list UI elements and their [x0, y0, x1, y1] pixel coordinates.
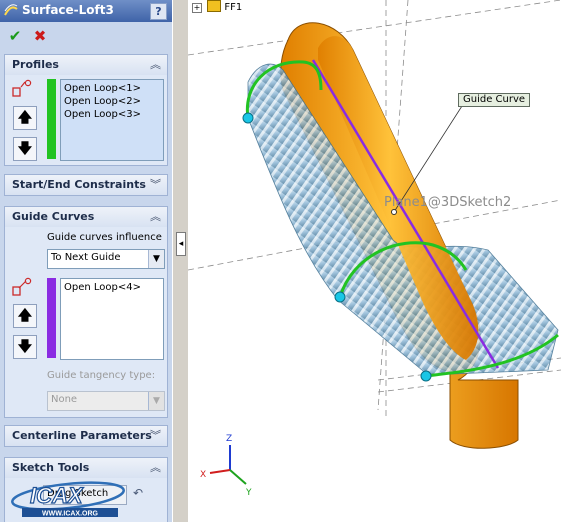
move-up-button[interactable]: 🡅: [13, 304, 37, 328]
icax-logo: ICAX WWW.ICAX.ORG: [11, 481, 125, 518]
profile-icon: [12, 79, 32, 97]
collapse-icon: ︽: [150, 461, 161, 474]
profiles-list[interactable]: Open Loop<1> Open Loop<2> Open Loop<3>: [60, 79, 164, 161]
graphics-viewport[interactable]: Z X Y + FF1 Guide Curve Plane1@3DSketch2: [188, 0, 561, 522]
start-end-label: Start/End Constraints: [12, 178, 146, 191]
centerline-parameters-header[interactable]: Centerline Parameters ︾: [4, 425, 168, 447]
guide-curve-icon: [12, 277, 32, 296]
profiles-header[interactable]: Profiles ︽: [5, 55, 167, 75]
chevron-down-icon: ▼: [148, 250, 164, 268]
callout-anchor: [391, 209, 397, 215]
expand-icon: ︾: [150, 178, 161, 191]
sketch-plane-label: Plane1@3DSketch2: [384, 195, 512, 210]
profiles-body: 🡅 🡇 Open Loop<1> Open Loop<2> Open Loop<…: [5, 75, 167, 165]
loft-model: Z X Y: [188, 0, 561, 498]
expand-icon: ︾: [150, 429, 161, 442]
connector-point[interactable]: [334, 291, 346, 303]
part-icon: [207, 0, 222, 12]
svg-text:WWW.ICAX.ORG: WWW.ICAX.ORG: [42, 511, 99, 518]
axis-triad: Z X Y: [200, 434, 252, 498]
property-manager: Surface-Loft3 ? ✔ ✖ Profiles ︽ 🡅 🡇 Open …: [0, 0, 172, 522]
undo-icon[interactable]: ↶: [133, 486, 143, 500]
surface-loft-icon: [4, 4, 18, 16]
move-down-button[interactable]: 🡇: [13, 335, 37, 359]
collapse-icon: ︽: [150, 58, 161, 71]
connector-point[interactable]: [420, 370, 432, 382]
guide-curves-header[interactable]: Guide Curves ︽: [5, 207, 167, 227]
guide-curves-list[interactable]: Open Loop<4>: [60, 278, 164, 360]
expand-plus-icon[interactable]: +: [192, 3, 202, 13]
guide-curves-label: Guide Curves: [12, 210, 95, 223]
guide-tangency-label: Guide tangency type:: [47, 370, 156, 381]
list-item[interactable]: Open Loop<1>: [64, 83, 141, 94]
guide-influence-label: Guide curves influence: [47, 232, 162, 243]
collapse-panel-icon[interactable]: ◂: [176, 232, 186, 256]
guide-tangency-select[interactable]: None ▼: [47, 391, 165, 411]
feature-tree-node[interactable]: + FF1: [192, 0, 243, 13]
sketch-tools-label: Sketch Tools: [12, 461, 90, 474]
check-icon: ✔: [8, 27, 22, 45]
profile-color-bar: [47, 79, 56, 159]
guide-color-bar: [47, 278, 56, 358]
arrow-down-icon: 🡇: [17, 141, 33, 157]
svg-text:Z: Z: [226, 434, 232, 444]
profiles-section: Profiles ︽ 🡅 🡇 Open Loop<1> Open Loop<2>…: [4, 54, 168, 166]
centerline-label: Centerline Parameters: [12, 429, 152, 442]
svg-text:X: X: [200, 470, 206, 480]
tree-node-label: FF1: [224, 2, 243, 13]
list-item[interactable]: Open Loop<4>: [64, 282, 141, 293]
guide-influence-select[interactable]: To Next Guide ▼: [47, 249, 165, 269]
svg-text:Y: Y: [245, 488, 252, 498]
move-down-button[interactable]: 🡇: [13, 137, 37, 161]
cancel-button[interactable]: ✖: [32, 28, 48, 44]
move-up-button[interactable]: 🡅: [13, 106, 37, 130]
guide-curve-callout[interactable]: Guide Curve: [458, 93, 531, 107]
collapse-icon: ︽: [150, 210, 161, 223]
ok-button[interactable]: ✔: [7, 28, 23, 44]
connector-point[interactable]: [242, 112, 254, 124]
list-item[interactable]: Open Loop<2>: [64, 96, 141, 107]
arrow-down-icon: 🡇: [17, 339, 33, 355]
panel-title: Surface-Loft3: [22, 3, 114, 17]
x-icon: ✖: [33, 27, 47, 45]
guide-curves-section: Guide Curves ︽ Guide curves influence To…: [4, 206, 168, 418]
help-button[interactable]: ?: [150, 3, 167, 20]
title-bar: Surface-Loft3 ?: [0, 0, 172, 22]
sketch-tools-header[interactable]: Sketch Tools ︽: [5, 458, 167, 478]
profiles-label: Profiles: [12, 58, 59, 71]
arrow-up-icon: 🡅: [17, 308, 33, 324]
guide-curves-body: Guide curves influence To Next Guide ▼ 🡅…: [5, 227, 167, 417]
chevron-down-icon: ▼: [148, 392, 164, 410]
start-end-constraints-header[interactable]: Start/End Constraints ︾: [4, 174, 168, 196]
list-item[interactable]: Open Loop<3>: [64, 109, 141, 120]
guide-influence-value: To Next Guide: [51, 252, 121, 263]
arrow-up-icon: 🡅: [17, 110, 33, 126]
guide-tangency-value: None: [51, 394, 78, 405]
svg-text:ICAX: ICAX: [30, 483, 84, 508]
